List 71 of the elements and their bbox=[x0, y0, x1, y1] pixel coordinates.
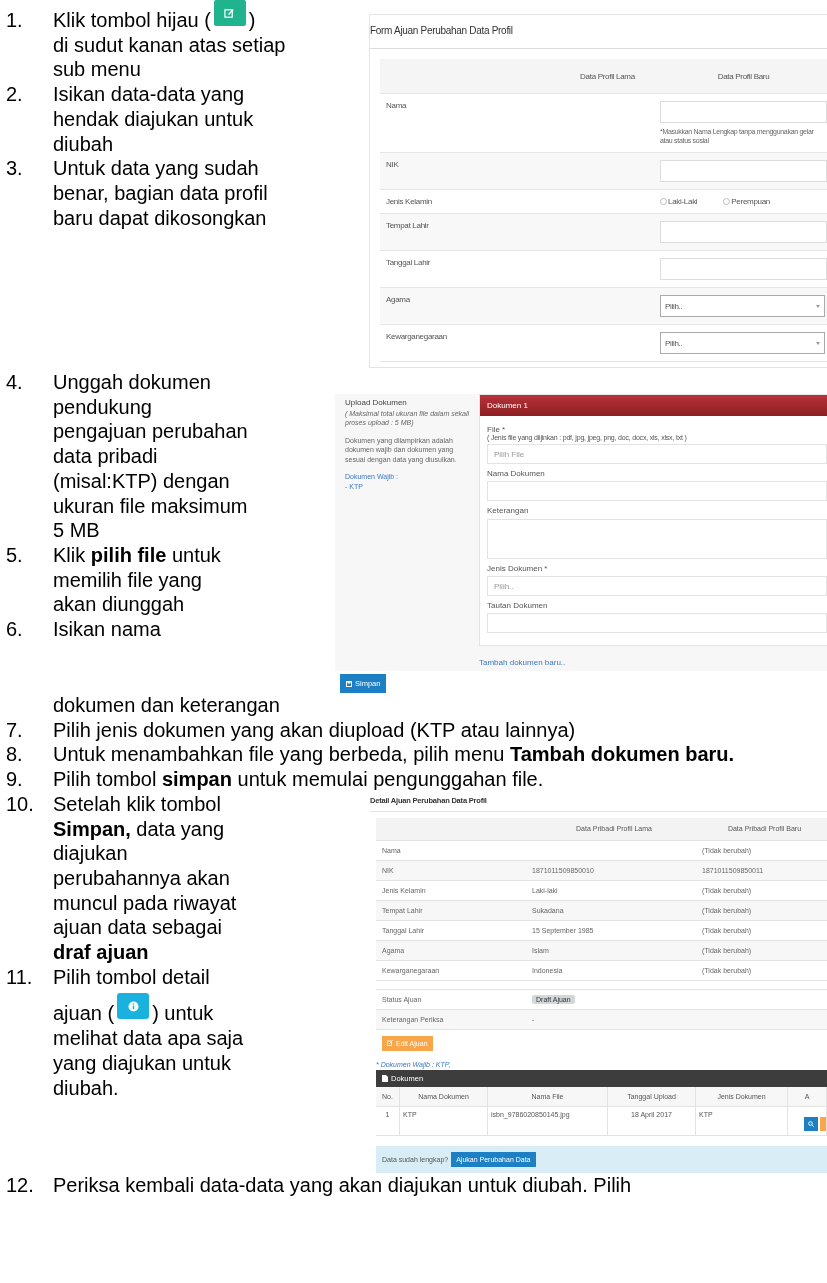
step-number: 8. bbox=[6, 742, 24, 768]
step-text: Isikan nama bbox=[53, 617, 162, 642]
field-label: Kewarganegaraan bbox=[385, 331, 448, 343]
column-header: Data Profil Lama bbox=[579, 71, 636, 81]
field-label: Jenis Dokumen * bbox=[487, 564, 549, 573]
field-label: Nama Dokumen bbox=[487, 469, 546, 478]
field-label: Agama bbox=[385, 294, 411, 306]
step-number: 5. bbox=[6, 542, 24, 568]
step-text: di sudut kanan atas setiap sub menu bbox=[53, 32, 287, 83]
radio-label: Perempuan bbox=[731, 197, 770, 206]
text-input[interactable] bbox=[660, 160, 827, 182]
step-text: Klik pilih file untuk memilih file yang akan diunggah bbox=[53, 542, 222, 618]
step-number: 2. bbox=[6, 82, 24, 108]
step-number: 11. bbox=[6, 964, 34, 990]
section-title: Upload Dokumen bbox=[345, 398, 408, 408]
step-text: Klik tombol hijau ( bbox=[53, 8, 211, 33]
search-icon bbox=[808, 1120, 814, 1127]
info-button-icon bbox=[117, 993, 150, 1020]
form-title: Form Ajuan Perubahan Data Profil bbox=[370, 25, 513, 36]
step-text: Setelah klik tombol Simpan, data yang diajukan perubahannya akan muncul pada riwayat ajuan data sebagai draf ajuan bbox=[53, 791, 238, 965]
step-number: 6. bbox=[6, 617, 24, 642]
step-text: ) bbox=[248, 8, 256, 33]
field-label: Tautan Dokumen bbox=[487, 601, 549, 610]
step-text: melihat data apa saja yang diajukan untuk diubah. bbox=[53, 1026, 245, 1101]
field-label: Nama bbox=[385, 100, 408, 112]
text-input[interactable] bbox=[660, 221, 827, 243]
field-label: File * bbox=[487, 425, 507, 434]
text-input[interactable] bbox=[660, 101, 827, 123]
add-document-link[interactable]: Tambah dokumen baru.. bbox=[479, 646, 566, 671]
save-icon bbox=[346, 680, 352, 687]
file-icon bbox=[382, 1074, 388, 1082]
radio-button[interactable] bbox=[723, 198, 731, 205]
search-button[interactable] bbox=[804, 1116, 818, 1131]
step-text: Untuk data yang sudah benar, bagian data profil baru dapat dikosongkan bbox=[53, 156, 269, 231]
step-number: 7. bbox=[6, 717, 24, 743]
select-dropdown[interactable]: Pilih.. bbox=[660, 332, 825, 354]
step-number: 10. bbox=[6, 791, 35, 817]
step-text: dokumen dan keterangan bbox=[53, 693, 281, 718]
caret-icon bbox=[816, 304, 820, 308]
text-input[interactable] bbox=[660, 258, 827, 280]
text-area[interactable] bbox=[487, 519, 827, 559]
field-label: Tempat Lahir bbox=[385, 220, 430, 232]
text-input[interactable] bbox=[487, 481, 827, 501]
text-input[interactable] bbox=[487, 613, 827, 633]
select-dropdown[interactable]: Pilih.. bbox=[487, 576, 827, 596]
step-text: Pilih tombol detail bbox=[53, 964, 211, 990]
column-header: Data Profil Baru bbox=[716, 71, 771, 81]
field-label: Jenis Kelamin bbox=[385, 196, 433, 208]
edit-icon bbox=[387, 1040, 393, 1047]
step-number: 1. bbox=[6, 8, 24, 33]
step-number: 9. bbox=[6, 767, 24, 792]
caret-icon bbox=[816, 341, 820, 345]
step-text: ) untuk bbox=[152, 1001, 214, 1027]
step-number: 12. bbox=[6, 1172, 35, 1198]
step-number: 3. bbox=[6, 156, 24, 182]
panel-header: Dokumen 1 bbox=[480, 395, 827, 416]
step-text: ajuan ( bbox=[53, 1001, 115, 1027]
step-number: 4. bbox=[6, 370, 24, 395]
file-input[interactable]: Pilih File bbox=[487, 444, 827, 464]
radio-label: Laki-Laki bbox=[668, 197, 698, 206]
step-text: Pilih jenis dokumen yang akan diupload (KTP atau lainnya) bbox=[53, 717, 577, 743]
select-dropdown[interactable]: Pilih.. bbox=[660, 295, 825, 317]
field-label: Tanggal Lahir bbox=[385, 257, 432, 269]
step-text: Periksa kembali data-data yang akan diajukan untuk diubah. Pilih bbox=[53, 1172, 633, 1198]
field-label: NIK bbox=[385, 159, 400, 171]
field-label: Keterangan bbox=[487, 506, 530, 515]
action-button[interactable] bbox=[820, 1116, 826, 1131]
step-text: Isikan data-data yang hendak diajukan untuk diubah bbox=[53, 82, 255, 157]
step-text: Untuk menambahkan file yang berbeda, pilih menu Tambah dokumen baru. bbox=[53, 742, 736, 768]
step-text: Pilih tombol simpan untuk memulai pengunggahan file. bbox=[53, 767, 545, 792]
radio-button[interactable] bbox=[660, 198, 667, 205]
